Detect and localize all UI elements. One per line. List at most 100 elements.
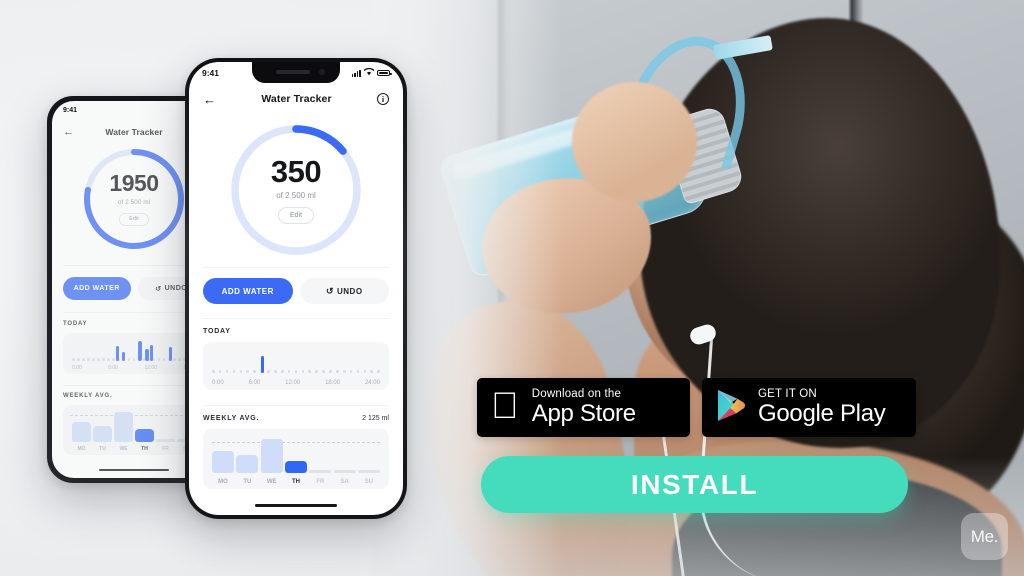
weekly-bar bbox=[284, 461, 307, 473]
back-divider-3 bbox=[63, 385, 205, 386]
weekly-axis-label: TH bbox=[291, 479, 300, 485]
today-bar bbox=[145, 349, 149, 361]
google-play-small-label: GET IT ON bbox=[758, 387, 817, 400]
weekly-axis-label: MO bbox=[218, 479, 228, 485]
weekly-bar bbox=[156, 439, 175, 442]
phone-front-screen: 9:41 ← Water Tracker i 350 of 2 500 ml E… bbox=[189, 62, 403, 515]
back-weekly-label: WEEKLY AVG. bbox=[63, 393, 113, 399]
back-ring-center: 1950 of 2 500 ml Edit bbox=[80, 145, 188, 253]
install-button[interactable]: INSTALL bbox=[481, 456, 908, 513]
today-axis-tick: 6:00 bbox=[108, 365, 118, 371]
front-today-bars bbox=[212, 343, 380, 373]
front-today-axis: 0:00 6:00 12:00 18:00 24:00 bbox=[212, 380, 380, 386]
front-weekly-bars bbox=[212, 431, 380, 473]
weekly-axis-label: TH bbox=[141, 446, 148, 452]
today-axis-tick: 12:00 bbox=[285, 380, 301, 386]
google-play-badge[interactable]: GET IT ON Google Play bbox=[702, 378, 916, 437]
today-axis-tick: 0:00 bbox=[212, 380, 224, 386]
front-today-label: TODAY bbox=[203, 328, 231, 335]
front-weekly-label: WEEKLY AVG. bbox=[203, 415, 260, 422]
front-actions: ADD WATER ↺ UNDO bbox=[203, 278, 389, 304]
back-page-title: Water Tracker bbox=[105, 127, 163, 137]
weekly-axis-label: MO bbox=[77, 446, 86, 452]
back-actions: ADD WATER ↺ UNDO bbox=[63, 277, 205, 300]
today-bar bbox=[121, 352, 125, 361]
google-play-big-label: Google Play bbox=[758, 399, 886, 427]
undo-icon: ↺ bbox=[155, 285, 162, 293]
battery-full-icon bbox=[377, 69, 392, 77]
back-add-water-button[interactable]: ADD WATER bbox=[63, 277, 131, 300]
front-edit-button[interactable]: Edit bbox=[277, 207, 315, 224]
front-ring-subtitle: of 2 500 ml bbox=[276, 191, 316, 200]
info-circle-icon[interactable]: i bbox=[377, 93, 389, 105]
front-progress-ring: 350 of 2 500 ml Edit bbox=[226, 120, 366, 260]
today-axis-tick: 24:00 bbox=[364, 380, 380, 386]
weekly-bar bbox=[260, 439, 283, 473]
today-bar bbox=[168, 347, 173, 361]
back-ring-value: 1950 bbox=[109, 169, 159, 196]
weekly-bar bbox=[236, 455, 259, 473]
weekly-axis-label: SU bbox=[364, 479, 374, 485]
google-play-badge-text: GET IT ON Google Play bbox=[758, 387, 886, 428]
weekly-bar bbox=[333, 470, 356, 473]
front-undo-label: UNDO bbox=[336, 286, 363, 296]
back-weekly-bars bbox=[72, 409, 196, 442]
back-edit-button[interactable]: Edit bbox=[119, 212, 149, 227]
notch-speaker bbox=[276, 70, 310, 74]
weekly-axis-label: TU bbox=[99, 446, 106, 452]
front-divider-2 bbox=[203, 318, 389, 319]
weekly-bar bbox=[114, 412, 133, 442]
front-weekly-value: 2 125 ml bbox=[362, 415, 389, 422]
weekly-axis-label: FR bbox=[316, 479, 325, 485]
back-divider-2 bbox=[63, 312, 205, 313]
today-bar bbox=[115, 346, 120, 361]
wifi-icon bbox=[363, 67, 375, 78]
today-bar bbox=[261, 356, 265, 373]
store-badges:  Download on the App Store bbox=[477, 378, 916, 437]
back-weekly-axis: MOTUWETHFRSA bbox=[72, 446, 196, 452]
weekly-bar bbox=[93, 426, 112, 442]
today-bar bbox=[138, 341, 142, 361]
app-store-badge-text: Download on the App Store bbox=[532, 388, 636, 428]
app-store-badge[interactable]:  Download on the App Store bbox=[477, 378, 690, 437]
front-page-title: Water Tracker bbox=[261, 93, 332, 105]
arrow-left-icon[interactable]: ← bbox=[203, 93, 216, 106]
weekly-axis-label: WE bbox=[119, 446, 128, 452]
weekly-axis-label: SA bbox=[340, 479, 349, 485]
back-progress-ring: 1950 of 2 500 ml Edit bbox=[80, 145, 188, 253]
front-divider-1 bbox=[203, 267, 389, 268]
weekly-bar bbox=[357, 470, 380, 473]
back-today-bars bbox=[72, 337, 196, 361]
arrow-left-icon[interactable]: ← bbox=[63, 126, 74, 138]
front-today-card: 0:00 6:00 12:00 18:00 24:00 bbox=[203, 342, 389, 390]
weekly-bar bbox=[309, 470, 332, 473]
back-divider-1 bbox=[63, 265, 205, 266]
undo-icon: ↺ bbox=[325, 285, 334, 296]
back-status-time: 9:41 bbox=[63, 106, 78, 114]
front-weekly-axis: MO TU WE TH FR SA SU bbox=[212, 479, 380, 485]
app-store-small-label: Download on the bbox=[504, 387, 621, 400]
front-app-header: ← Water Tracker i bbox=[189, 88, 403, 110]
apple-logo-icon:  bbox=[491, 387, 519, 424]
front-undo-button[interactable]: ↺ UNDO bbox=[299, 278, 389, 304]
back-today-label: TODAY bbox=[63, 321, 88, 327]
weekly-axis-label: FR bbox=[162, 446, 169, 452]
front-status-icons bbox=[351, 67, 392, 78]
back-ring-subtitle: of 2 500 ml bbox=[117, 198, 151, 206]
google-play-icon bbox=[716, 389, 746, 427]
weekly-bar bbox=[135, 429, 154, 442]
front-divider-3 bbox=[203, 405, 389, 406]
today-axis-tick: 12:00 bbox=[144, 365, 157, 371]
front-weekly-card: MO TU WE TH FR SA SU bbox=[203, 429, 389, 489]
weekly-bar bbox=[212, 451, 234, 473]
front-status-time: 9:41 bbox=[202, 68, 220, 78]
weekly-bar bbox=[72, 422, 91, 442]
front-ring-center: 350 of 2 500 ml Edit bbox=[226, 120, 366, 260]
front-add-water-button[interactable]: ADD WATER bbox=[203, 278, 293, 304]
weekly-axis-label: TU bbox=[243, 479, 252, 485]
back-undo-label: UNDO bbox=[164, 285, 188, 292]
front-ring-value: 350 bbox=[270, 154, 322, 189]
today-bar bbox=[149, 345, 154, 361]
front-progress-ring-wrap: 350 of 2 500 ml Edit bbox=[189, 120, 403, 260]
notch-camera bbox=[319, 69, 325, 75]
